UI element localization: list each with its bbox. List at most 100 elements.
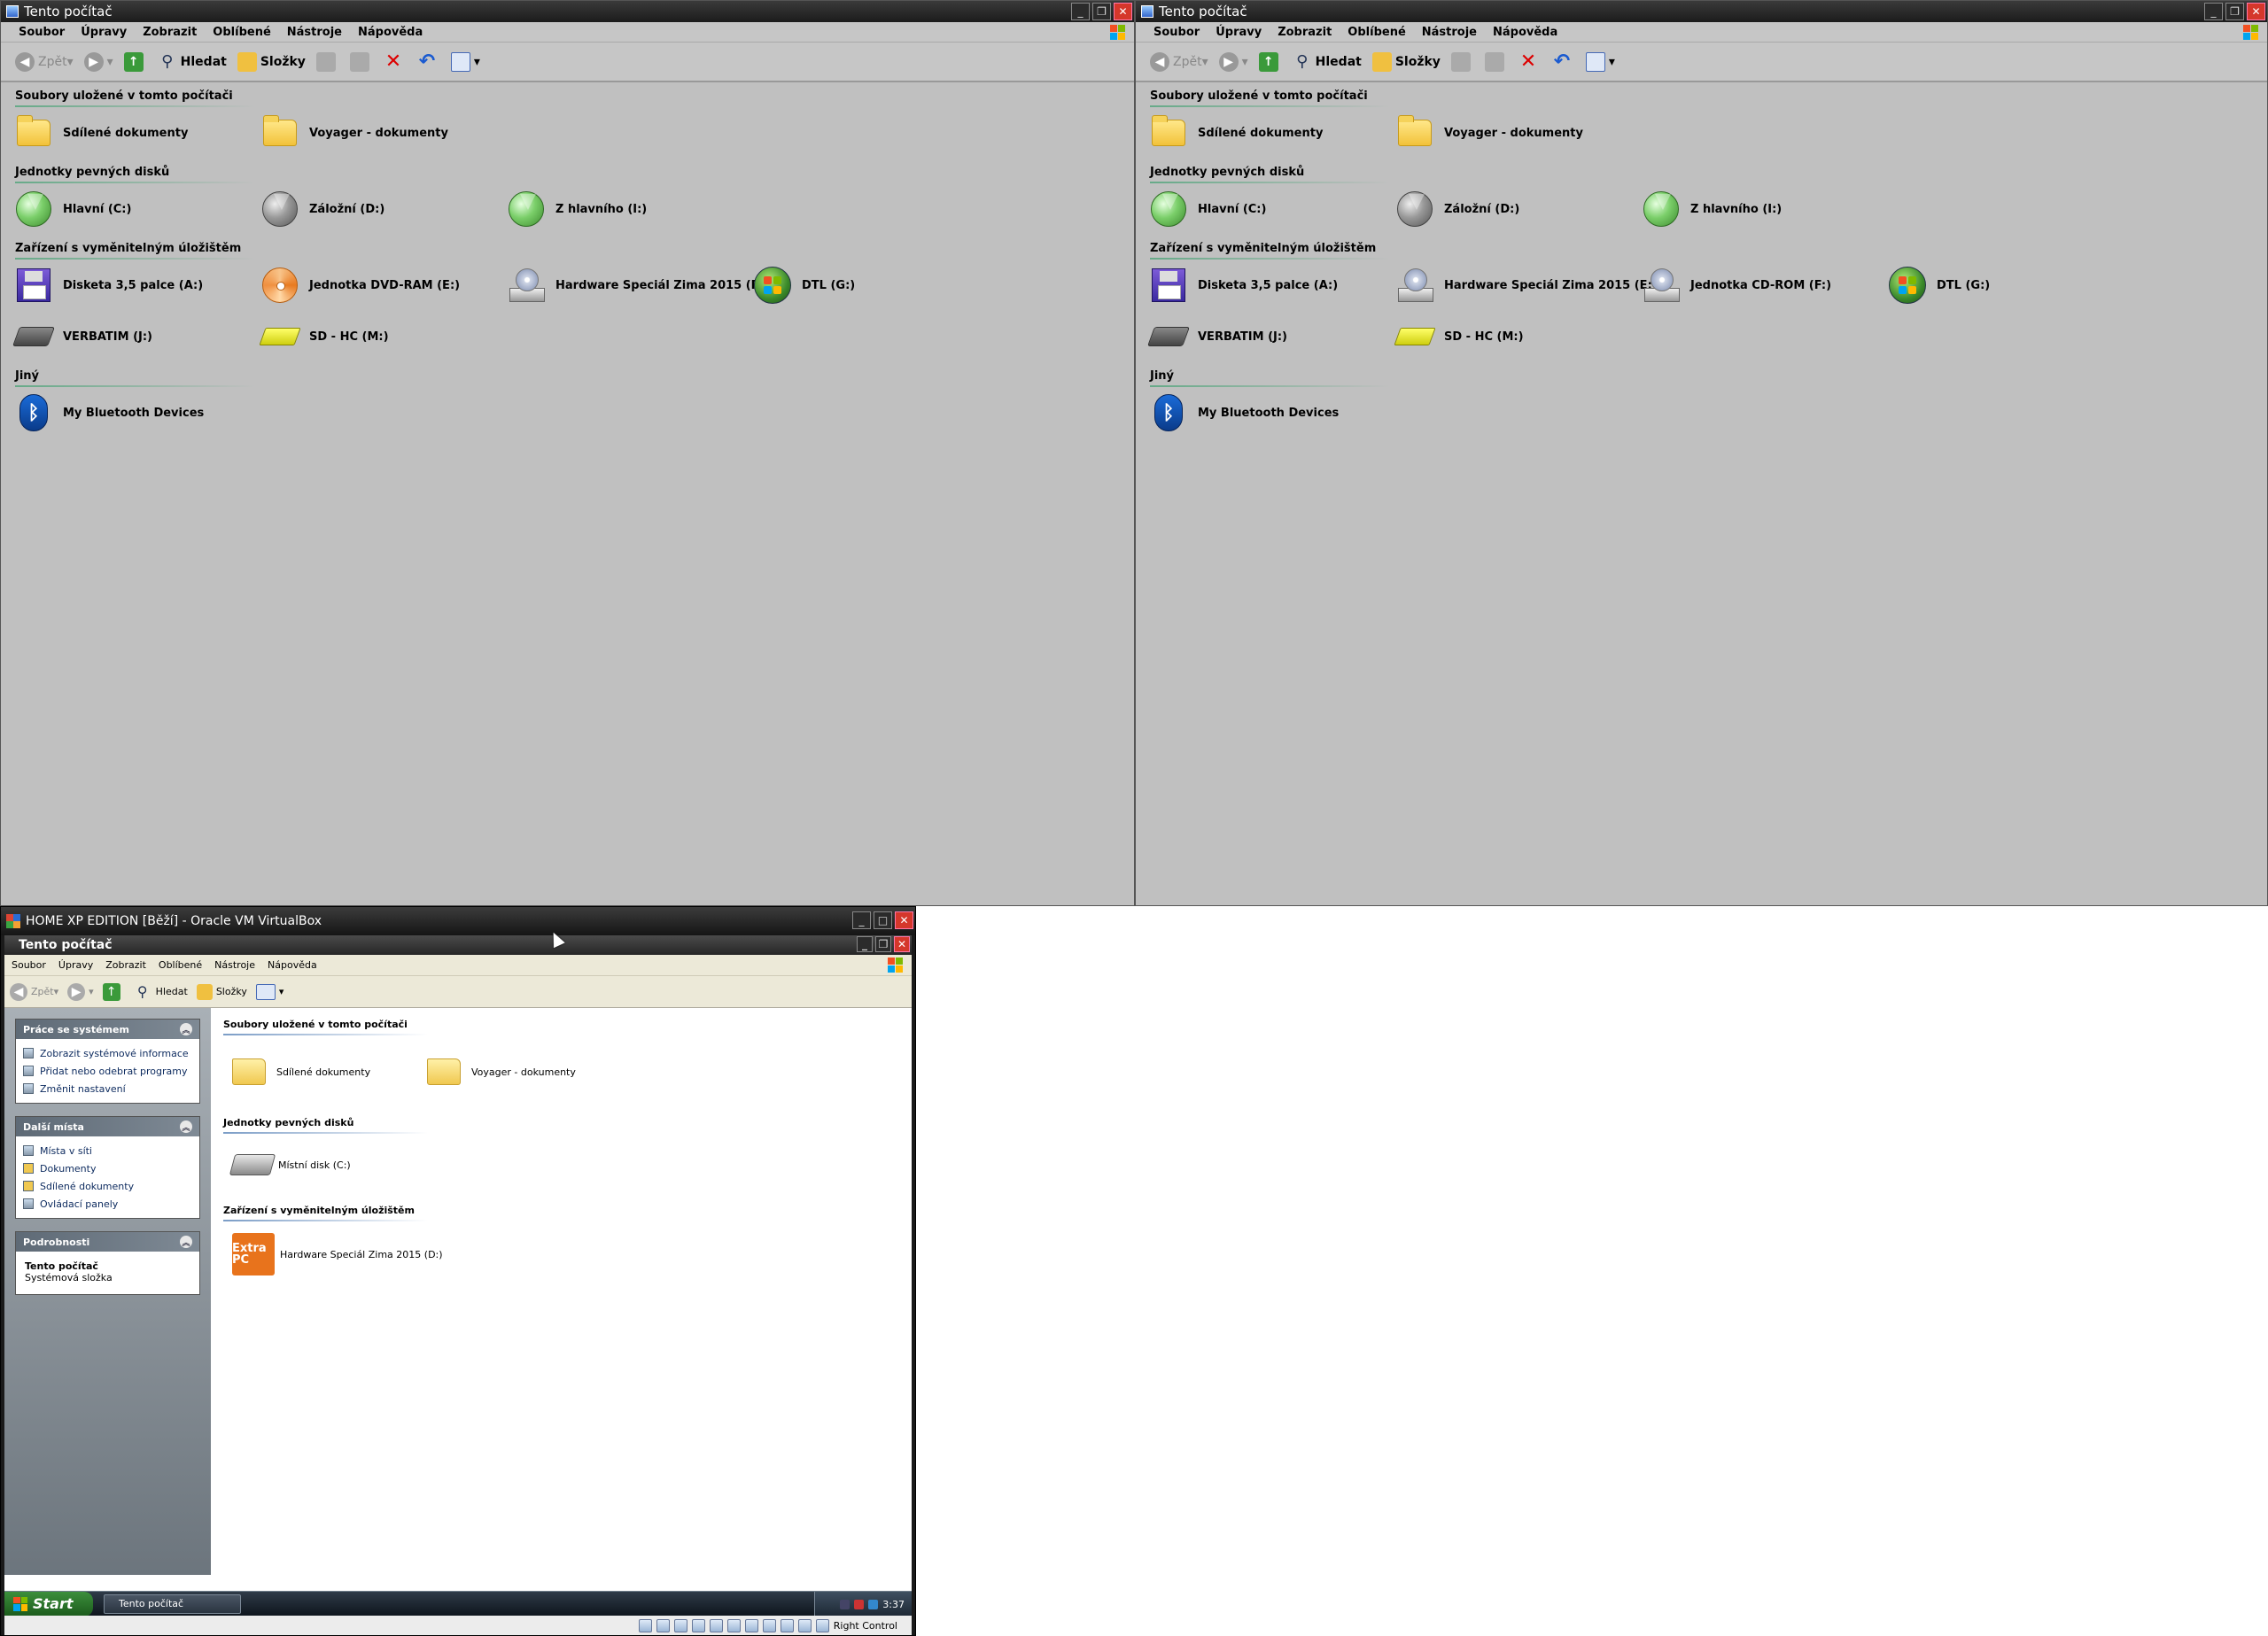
item-sd-hc-m[interactable]: SD - HC (M:): [1394, 318, 1643, 355]
menu-tools[interactable]: Nástroje: [287, 26, 342, 39]
item-z-hlavniho-i[interactable]: Z hlavního (I:): [1643, 190, 1889, 228]
close-button[interactable]: ✕: [894, 936, 910, 952]
keyboard-status-icon[interactable]: [815, 1618, 829, 1632]
restore-button[interactable]: ❐: [2225, 3, 2244, 20]
item-verbatim-j[interactable]: VERBATIM (J:): [12, 318, 261, 355]
clock[interactable]: 3:37: [882, 1599, 905, 1610]
move-to-button[interactable]: [315, 51, 339, 72]
item-sdilene-dokumenty[interactable]: Sdílené dokumenty: [15, 114, 261, 151]
item-sd-hc-m[interactable]: SD - HC (M:): [259, 318, 508, 355]
link-system-info[interactable]: Zobrazit systémové informace: [23, 1044, 192, 1062]
item-z-hlavniho-i[interactable]: Z hlavního (I:): [508, 190, 754, 228]
link-control-panel[interactable]: Ovládací panely: [23, 1195, 192, 1213]
display-status-icon[interactable]: [744, 1618, 758, 1632]
item-verbatim-j[interactable]: VERBATIM (J:): [1146, 318, 1396, 355]
close-button[interactable]: ✕: [1114, 3, 1132, 20]
forward-button[interactable]: ▶ ▾: [1218, 51, 1248, 72]
views-button[interactable]: ▾: [450, 51, 480, 72]
back-button[interactable]: ◀ Zpět ▾: [15, 51, 74, 72]
guest-title-bar[interactable]: Tento počítač _ ❐ ✕: [4, 935, 912, 955]
panel-header[interactable]: Práce se systémem ︽: [16, 1020, 199, 1039]
menu-tools[interactable]: Nástroje: [214, 959, 255, 971]
close-button[interactable]: ✕: [2247, 3, 2265, 20]
link-network-places[interactable]: Místa v síti: [23, 1142, 192, 1159]
optical-drive-status-icon[interactable]: [656, 1618, 670, 1632]
menu-edit[interactable]: Úpravy: [81, 26, 127, 39]
item-dtl-g[interactable]: DTL (G:): [754, 267, 1000, 304]
maximize-button[interactable]: □: [874, 911, 892, 929]
item-jednotka-cd-rom-f[interactable]: Jednotka CD-ROM (F:): [1643, 267, 1889, 304]
up-folder-button[interactable]: ↑: [1258, 51, 1282, 72]
panel-header[interactable]: Podrobnosti ︽: [16, 1232, 199, 1252]
delete-button[interactable]: ✕: [1518, 50, 1542, 73]
views-button[interactable]: ▾: [1585, 51, 1615, 72]
item-hardware-special-zima-2015-e[interactable]: Hardware Speciál Zima 2015 (E:): [1396, 267, 1658, 304]
undo-button[interactable]: ↶: [417, 50, 440, 73]
item-jednotka-dvd-ram-e[interactable]: Jednotka DVD-RAM (E:): [261, 267, 508, 304]
item-zalozni-d[interactable]: Záložní (D:): [261, 190, 508, 228]
audio-status-icon[interactable]: [673, 1618, 687, 1632]
menu-favorites[interactable]: Oblíbené: [213, 26, 270, 39]
video-capture-status-icon[interactable]: [762, 1618, 776, 1632]
folders-button[interactable]: Složky: [237, 51, 306, 72]
menu-tools[interactable]: Nástroje: [1422, 26, 1477, 39]
item-shared-documents[interactable]: Sdílené dokumenty: [232, 1058, 427, 1085]
restore-button[interactable]: ❐: [1092, 3, 1111, 20]
menu-edit[interactable]: Úpravy: [1216, 26, 1262, 39]
menu-favorites[interactable]: Oblíbené: [1348, 26, 1405, 39]
network-tray-icon[interactable]: [840, 1599, 850, 1609]
menu-file[interactable]: Soubor: [1153, 26, 1200, 39]
item-voyager-dokumenty[interactable]: Voyager - dokumenty: [1396, 114, 1643, 151]
link-change-settings[interactable]: Změnit nastavení: [23, 1080, 192, 1097]
search-button[interactable]: ⚲ Hledat: [158, 52, 227, 72]
guest-screen[interactable]: Tento počítač _ ❐ ✕ Soubor Úpravy Zobraz…: [4, 935, 912, 1616]
minimize-button[interactable]: _: [852, 911, 871, 929]
item-zalozni-d[interactable]: Záložní (D:): [1396, 190, 1643, 228]
forward-button[interactable]: ▶ ▾: [67, 982, 94, 1001]
update-tray-icon[interactable]: [868, 1599, 879, 1609]
collapse-chevron-icon[interactable]: ︽: [180, 1023, 192, 1035]
menu-file[interactable]: Soubor: [19, 26, 65, 39]
link-documents[interactable]: Dokumenty: [23, 1159, 192, 1177]
menu-edit[interactable]: Úpravy: [58, 959, 93, 971]
item-hlavni-c[interactable]: Hlavní (C:): [15, 190, 261, 228]
folders-button[interactable]: Složky: [1371, 51, 1441, 72]
item-dtl-g[interactable]: DTL (G:): [1889, 267, 2135, 304]
menu-help[interactable]: Nápověda: [1493, 26, 1557, 39]
item-local-disk-c[interactable]: Místní disk (C:): [229, 1154, 427, 1175]
vbox-title-bar[interactable]: HOME XP EDITION [Běží] - Oracle VM Virtu…: [1, 907, 915, 935]
hard-disk-status-icon[interactable]: [638, 1618, 652, 1632]
menu-help[interactable]: Nápověda: [358, 26, 423, 39]
menu-view[interactable]: Zobrazit: [105, 959, 146, 971]
move-to-button[interactable]: [1450, 51, 1474, 72]
collapse-chevron-icon[interactable]: ︽: [180, 1120, 192, 1133]
copy-to-button[interactable]: [1484, 51, 1508, 72]
item-my-bluetooth-devices[interactable]: ᛒ My Bluetooth Devices: [1150, 394, 1396, 431]
item-my-bluetooth-devices[interactable]: ᛒ My Bluetooth Devices: [15, 394, 261, 431]
views-button[interactable]: ▾: [255, 983, 284, 1000]
security-shield-icon[interactable]: [854, 1599, 865, 1609]
back-button[interactable]: ◀ Zpět ▾: [10, 982, 58, 1001]
link-add-remove-programs[interactable]: Přidat nebo odebrat programy: [23, 1062, 192, 1080]
up-folder-button[interactable]: ↑: [123, 51, 147, 72]
taskbar-button-my-computer[interactable]: Tento počítač: [104, 1593, 241, 1614]
forward-button[interactable]: ▶ ▾: [83, 51, 113, 72]
minimize-button[interactable]: _: [1071, 3, 1090, 20]
shared-folders-status-icon[interactable]: [726, 1618, 741, 1632]
item-hardware-special-zima-2015-f[interactable]: Hardware Speciál Zima 2015 (F:): [508, 267, 768, 304]
mouse-integration-status-icon[interactable]: [797, 1618, 812, 1632]
collapse-chevron-icon[interactable]: ︽: [180, 1236, 192, 1248]
item-disketa-3-5-palce-a[interactable]: Disketa 3,5 palce (A:): [15, 267, 261, 304]
close-button[interactable]: ✕: [895, 911, 913, 929]
usb-status-icon[interactable]: [709, 1618, 723, 1632]
menu-favorites[interactable]: Oblíbené: [159, 959, 202, 971]
search-button[interactable]: ⚲ Hledat: [1293, 52, 1362, 72]
copy-to-button[interactable]: [349, 51, 373, 72]
menu-view[interactable]: Zobrazit: [143, 26, 197, 39]
network-status-icon[interactable]: [691, 1618, 705, 1632]
back-button[interactable]: ◀ Zpět ▾: [1150, 51, 1208, 72]
delete-button[interactable]: ✕: [384, 50, 407, 73]
minimize-button[interactable]: _: [2204, 3, 2223, 20]
start-button[interactable]: Start: [4, 1591, 93, 1616]
undo-button[interactable]: ↶: [1552, 50, 1575, 73]
